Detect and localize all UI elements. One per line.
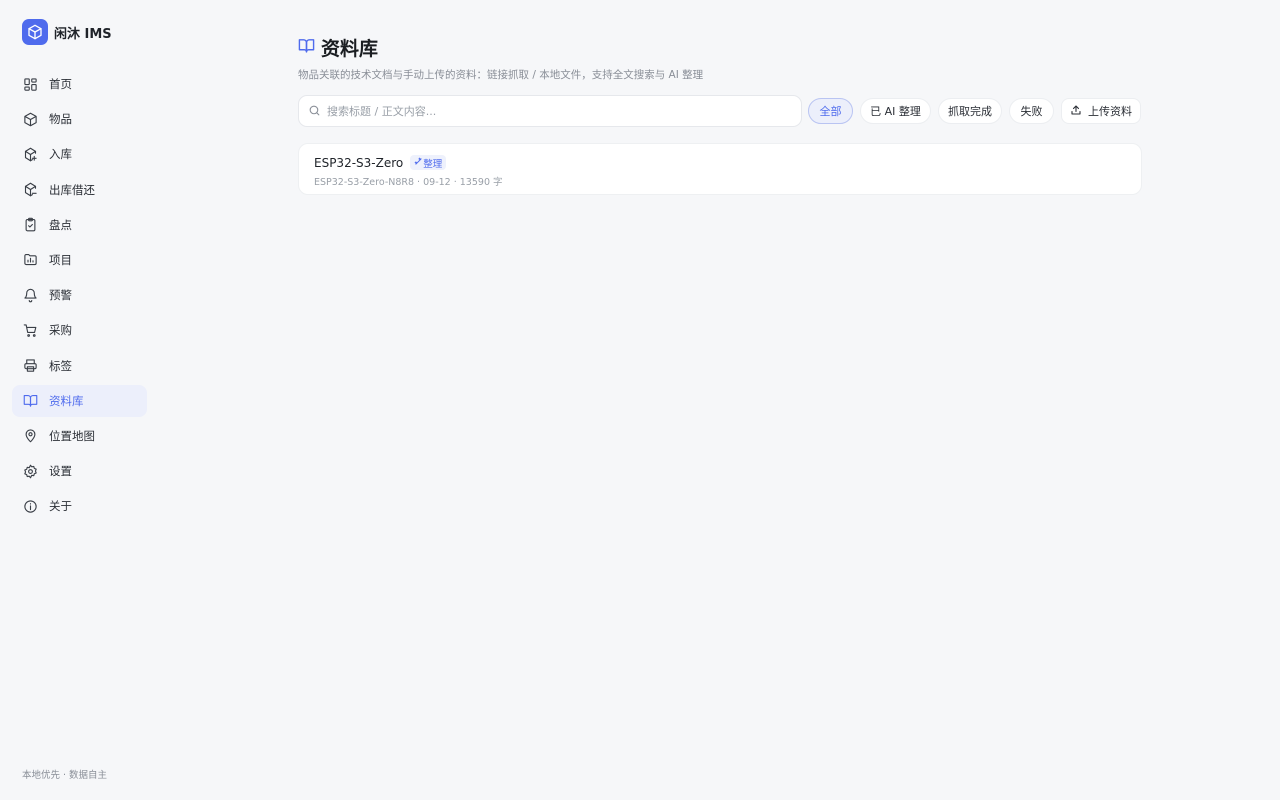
sidebar-item-settings[interactable]: 设置: [12, 455, 147, 487]
sidebar-item-label: 标签: [49, 358, 72, 373]
sidebar: 闲沐 IMS 首页 物品 入库 出库借还 盘点 项目 预警 采购 标签 资料库 …: [0, 0, 160, 800]
sidebar-item-home[interactable]: 首页: [12, 68, 147, 100]
sidebar-item-label: 采购: [49, 323, 72, 338]
clipboard-check-icon: [22, 217, 38, 233]
sidebar-item-library[interactable]: 资料库: [12, 384, 147, 417]
sidebar-item-label: 位置地图: [49, 428, 95, 443]
sidebar-item-locations[interactable]: 位置地图: [12, 420, 147, 452]
filter-failed-chip[interactable]: 失败: [1009, 98, 1054, 124]
search-icon: [308, 102, 321, 121]
sidebar-item-label: 设置: [49, 464, 72, 479]
sparkle-icon: [414, 157, 423, 169]
upload-button-label: 上传资料: [1088, 105, 1132, 118]
map-pin-icon: [22, 428, 38, 444]
sidebar-nav: 首页 物品 入库 出库借还 盘点 项目 预警 采购 标签 资料库 位置地图 设置…: [12, 68, 147, 525]
sidebar-item-labels[interactable]: 标签: [12, 350, 147, 382]
page-subtitle: 物品关联的技术文档与手动上传的资料：链接抓取 / 本地文件，支持全文搜索与 AI…: [298, 69, 704, 81]
sidebar-item-label: 入库: [49, 147, 72, 162]
toolbar: 全部 已 AI 整理 抓取完成 失败 上传资料: [298, 95, 1142, 127]
book-open-icon: [298, 37, 315, 58]
book-open-icon: [22, 393, 38, 409]
box-out-icon: [22, 182, 38, 198]
document-title: ESP32-S3-Zero: [314, 155, 404, 170]
grid-icon: [22, 76, 38, 92]
filter-fetched-chip[interactable]: 抓取完成: [938, 98, 1002, 124]
search-box[interactable]: [298, 95, 802, 127]
filter-ai-organized-chip[interactable]: 已 AI 整理: [860, 98, 931, 124]
document-card[interactable]: ESP32-S3-Zero 整理 ESP32-S3-Zero-N8R8 · 09…: [298, 143, 1142, 195]
box-in-icon: [22, 146, 38, 162]
sidebar-item-label: 出库借还: [49, 182, 95, 197]
sidebar-item-label: 资料库: [49, 393, 84, 408]
upload-icon: [1070, 104, 1082, 119]
app-name: 闲沐 IMS: [54, 26, 112, 42]
info-icon: [22, 498, 38, 514]
sidebar-item-outbound[interactable]: 出库借还: [12, 174, 147, 206]
document-meta: ESP32-S3-Zero-N8R8 · 09-12 · 13590 字: [314, 177, 503, 188]
sidebar-item-inbound[interactable]: 入库: [12, 138, 147, 170]
sidebar-item-label: 预警: [49, 288, 72, 303]
filter-all-chip[interactable]: 全部: [808, 98, 853, 124]
sidebar-item-alerts[interactable]: 预警: [12, 279, 147, 311]
bell-icon: [22, 287, 38, 303]
sidebar-item-purchase[interactable]: 采购: [12, 314, 147, 346]
gear-icon: [22, 463, 38, 479]
brand[interactable]: 闲沐 IMS: [22, 19, 112, 45]
cart-icon: [22, 322, 38, 338]
folder-chart-icon: [22, 252, 38, 268]
sidebar-item-label: 盘点: [49, 217, 72, 232]
search-input[interactable]: [327, 104, 767, 118]
sidebar-item-label: 物品: [49, 112, 72, 127]
page-header: 资料库 物品关联的技术文档与手动上传的资料：链接抓取 / 本地文件，支持全文搜索…: [298, 34, 703, 82]
upload-button[interactable]: 上传资料: [1061, 98, 1141, 124]
badge-label: 整理: [423, 158, 443, 170]
sidebar-item-label: 首页: [49, 77, 72, 91]
cube-logo-icon: [22, 19, 48, 45]
sidebar-footer: 本地优先 · 数据自主: [22, 770, 108, 781]
sidebar-item-label: 项目: [49, 252, 72, 267]
sidebar-item-items[interactable]: 物品: [12, 103, 147, 135]
page-title: 资料库: [321, 38, 379, 60]
sidebar-item-stocktake[interactable]: 盘点: [12, 209, 147, 241]
sidebar-item-label: 关于: [49, 499, 72, 514]
sidebar-item-about[interactable]: 关于: [12, 490, 147, 522]
printer-icon: [22, 358, 38, 374]
sidebar-item-projects[interactable]: 项目: [12, 244, 147, 276]
ai-organized-badge: 整理: [410, 155, 447, 170]
box-icon: [22, 111, 38, 127]
